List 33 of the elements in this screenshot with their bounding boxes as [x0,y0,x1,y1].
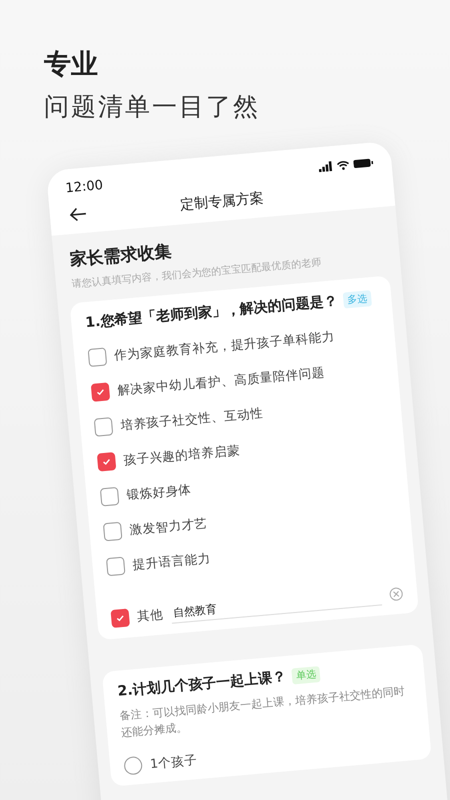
battery-icon [353,156,374,169]
option-label: 解决家中幼儿看护、高质量陪伴问题 [116,364,326,400]
wifi-icon [336,159,350,170]
headline-title: 专业 [44,48,99,82]
check-icon [95,386,106,398]
option-label: 孩子兴趣的培养启蒙 [122,442,241,469]
radio-button[interactable] [123,756,143,776]
single-select-tag: 单选 [291,666,321,684]
clear-icon[interactable] [388,586,404,602]
checkbox[interactable] [90,382,110,402]
checkbox[interactable] [102,522,122,542]
form-title: 家长需求收集 [68,240,172,270]
checkbox[interactable] [88,347,108,367]
checkbox[interactable] [100,486,120,506]
status-time: 12:00 [64,178,104,196]
option-label: 提升语言能力 [132,550,212,574]
checkbox[interactable] [96,452,116,472]
headline-subtitle: 问题清单一目了然 [44,91,261,123]
option-label: 锻炼好身体 [126,481,192,504]
option-label: 1个孩子 [149,752,198,773]
option-label: 其他 [136,606,164,626]
signal-icon [318,160,334,172]
multi-select-tag: 多选 [342,290,372,309]
other-input-field[interactable]: 自然教育 [170,585,382,624]
checkbox[interactable] [110,608,130,628]
back-icon[interactable] [67,206,89,224]
check-icon [114,612,126,624]
option-label: 激发智力才艺 [128,514,208,539]
checkbox[interactable] [94,417,114,437]
checkbox[interactable] [106,556,126,576]
option-label: 培养孩子社交性、互动性 [120,404,264,434]
check-icon [101,456,112,468]
nav-title: 定制专属方案 [178,189,266,216]
